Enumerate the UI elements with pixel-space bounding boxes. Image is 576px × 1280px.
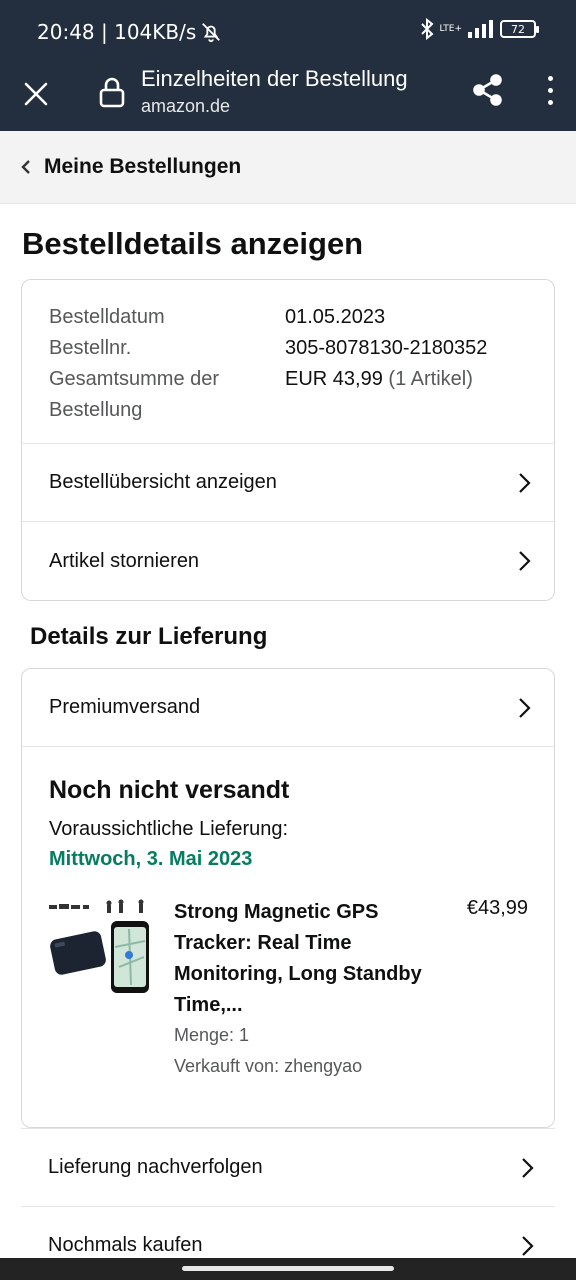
lock-icon (99, 77, 125, 108)
close-button[interactable] (18, 76, 54, 112)
product-title[interactable]: Strong Magnetic GPS Tracker: Real Time M… (174, 897, 424, 1021)
order-info-card: Bestelldatum 01.05.2023 Bestellnr. 305-8… (21, 279, 555, 601)
status-bar: 20:48 | 104KB/s LTE+ 72 (0, 0, 576, 62)
product-image[interactable] (49, 897, 153, 997)
shipping-method-label: Premiumversand (49, 696, 201, 718)
eta-date: Mittwoch, 3. Mai 2023 (49, 848, 253, 870)
order-total-row: Gesamtsumme der Bestellung EUR 43,99 (1 … (49, 364, 473, 426)
page-title: Bestelldetails anzeigen (22, 226, 364, 261)
chevron-right-icon (519, 697, 531, 718)
network-type: LTE+ (439, 23, 463, 34)
order-number-value: 305-8078130-2180352 (285, 337, 488, 359)
share-button[interactable] (470, 72, 506, 108)
menu-dot (547, 75, 553, 81)
chevron-right-icon (522, 1157, 534, 1178)
order-date-row: Bestelldatum 01.05.2023 (49, 302, 385, 333)
product-seller: Verkauft von: zhengyao (174, 1056, 363, 1076)
order-date-label: Bestelldatum (49, 306, 165, 328)
close-icon (24, 82, 48, 106)
status-right: LTE+ 72 (420, 18, 539, 40)
shipment-status: Noch nicht versandt (49, 776, 290, 804)
system-navigation-bar (0, 1258, 576, 1280)
delivery-card: Premiumversand Noch nicht versandt Vorau… (21, 668, 555, 1128)
overflow-menu-button[interactable] (535, 72, 565, 108)
cancel-items-label: Artikel stornieren (49, 549, 200, 572)
share-icon (473, 74, 502, 106)
order-total-value: EUR 43,99 (1 Artikel) (285, 364, 473, 395)
product-quantity: Menge: 1 (174, 1025, 250, 1045)
track-package-link[interactable]: Lieferung nachverfolgen (21, 1128, 555, 1206)
order-date-value: 01.05.2023 (285, 306, 386, 328)
app-bar-title: Einzelheiten der Bestellung (141, 66, 408, 91)
eta-label: Voraussichtliche Lieferung: (49, 818, 289, 840)
menu-dot (547, 87, 553, 93)
order-number-label: Bestellnr. (49, 337, 132, 359)
breadcrumb[interactable]: Meine Bestellungen (0, 131, 576, 204)
status-time-speed: 20:48 | 104KB/s (37, 20, 197, 44)
home-gesture-handle[interactable] (182, 1266, 394, 1271)
bell-off-icon (202, 23, 221, 43)
app-bar-url[interactable]: amazon.de (141, 96, 230, 117)
track-package-label: Lieferung nachverfolgen (48, 1156, 263, 1178)
order-number-row: Bestellnr. 305-8078130-2180352 (49, 333, 487, 364)
product-price: €43,99 (466, 897, 528, 919)
chevron-left-icon (21, 160, 30, 174)
order-item-count: (1 Artikel) (388, 368, 473, 390)
breadcrumb-label: Meine Bestellungen (44, 155, 242, 178)
order-total-label: Gesamtsumme der Bestellung (49, 368, 220, 421)
buy-again-label: Nochmals kaufen (48, 1234, 203, 1256)
battery-icon: 72 (500, 20, 539, 38)
status-left: 20:48 | 104KB/s (37, 20, 222, 44)
order-info: Bestelldatum 01.05.2023 Bestellnr. 305-8… (22, 280, 554, 444)
chevron-right-icon (522, 1235, 534, 1256)
shipping-method-link[interactable]: Premiumversand (22, 669, 554, 747)
menu-dot (547, 99, 553, 105)
delivery-section-title: Details zur Lieferung (30, 623, 268, 650)
chevron-right-icon (519, 472, 531, 493)
chevron-right-icon (519, 551, 531, 571)
browser-app-bar: Einzelheiten der Bestellung amazon.de (0, 62, 576, 131)
order-total-amount: EUR 43,99 (285, 368, 383, 390)
view-order-summary-link[interactable]: Bestellübersicht anzeigen (22, 444, 554, 522)
cancel-items-link[interactable]: Artikel stornieren (22, 522, 554, 600)
view-order-summary-label: Bestellübersicht anzeigen (49, 471, 277, 493)
battery-level: 72 (511, 22, 525, 36)
signal-icon (468, 20, 493, 38)
bluetooth-icon (420, 18, 433, 40)
